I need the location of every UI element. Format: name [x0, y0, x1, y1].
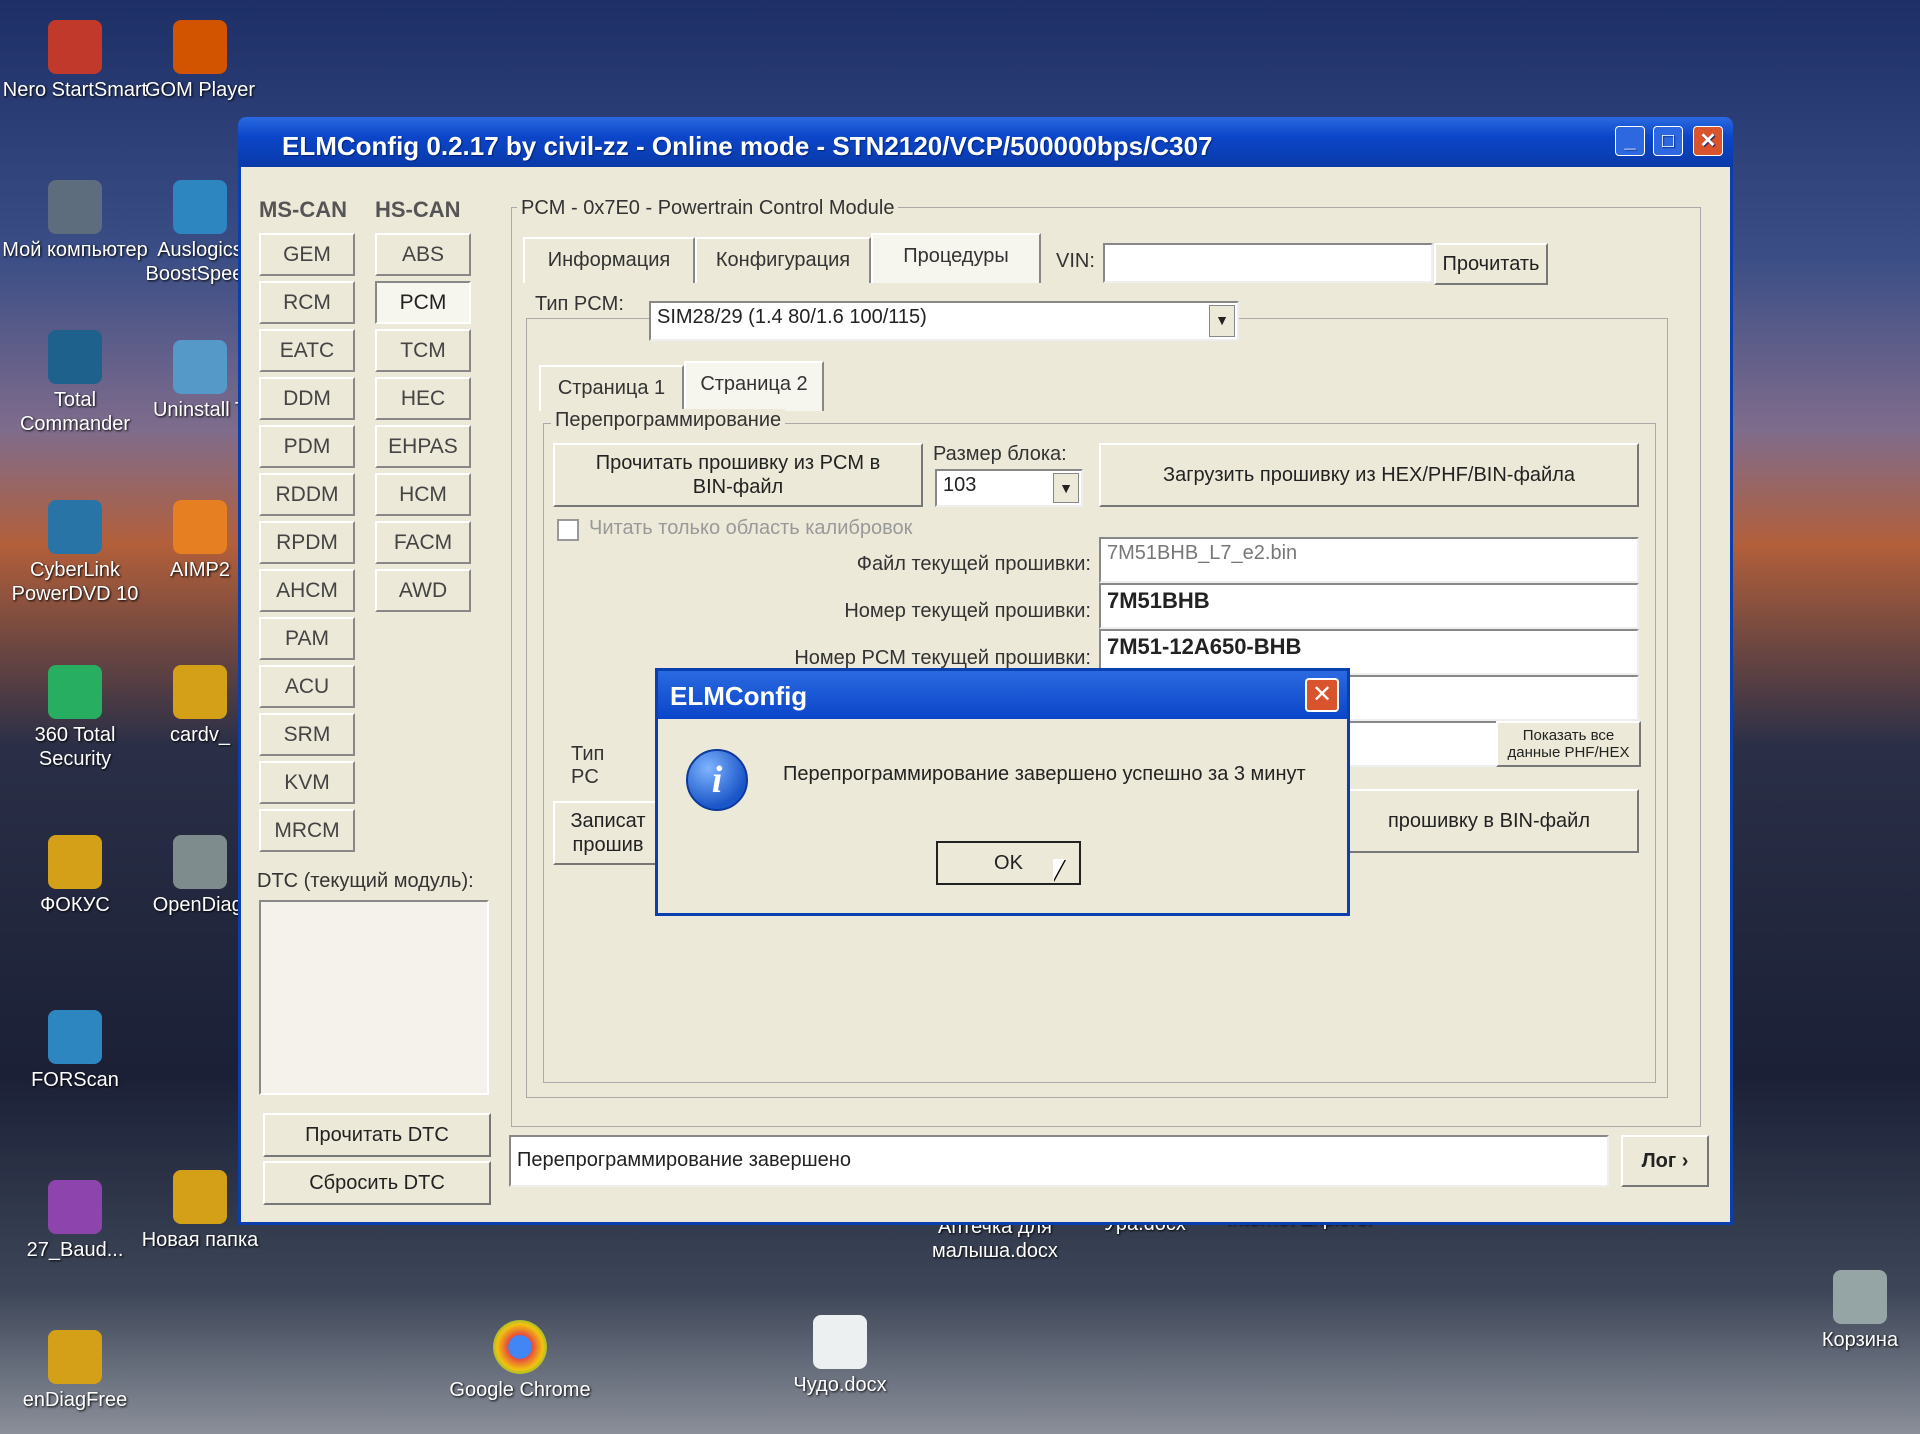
current-number-label: Номер текущей прошивки: [844, 600, 1091, 622]
powerdvd-icon [48, 500, 102, 554]
hs-can-module-pcm[interactable]: PCM [375, 281, 471, 324]
hs-can-module-hec[interactable]: HEC [375, 377, 471, 420]
folder-icon [48, 1330, 102, 1384]
dialog-message: Перепрограммирование завершено успешно з… [783, 763, 1306, 785]
ms-can-module-ddm[interactable]: DDM [259, 377, 355, 420]
write-firmware-button[interactable]: Записат прошив [553, 801, 663, 865]
hs-can-module-facm[interactable]: FACM [375, 521, 471, 564]
ms-can-module-gem[interactable]: GEM [259, 233, 355, 276]
desktop-icon-opendiagfree[interactable]: enDiagFree [0, 1330, 150, 1412]
block-size-select[interactable]: 103 ▼ [935, 469, 1083, 507]
subtabs: Страница 1 Страница 2 [539, 361, 829, 411]
clear-dtc-button[interactable]: Сбросить DTC [263, 1161, 491, 1205]
ms-can-module-rcm[interactable]: RCM [259, 281, 355, 324]
ms-can-module-pdm[interactable]: PDM [259, 425, 355, 468]
folder-icon [48, 835, 102, 889]
ms-can-module-rddm[interactable]: RDDM [259, 473, 355, 516]
hs-can-module-abs[interactable]: ABS [375, 233, 471, 276]
auslogics-icon [173, 180, 227, 234]
message-dialog: ELMConfig ✕ i Перепрограммирование завер… [655, 668, 1350, 916]
hs-can-module-hcm[interactable]: HCM [375, 473, 471, 516]
ms-can-module-mrcm[interactable]: MRCM [259, 809, 355, 852]
window-title: ELMConfig 0.2.17 by civil-zz - Online mo… [282, 131, 1213, 161]
read-dtc-button[interactable]: Прочитать DTC [263, 1113, 491, 1157]
desktop-icon-chrome[interactable]: Google Chrome [440, 1320, 600, 1402]
ms-can-module-rpdm[interactable]: RPDM [259, 521, 355, 564]
current-pcm-number-label: Номер PCM текущей прошивки: [794, 647, 1091, 669]
dialog-title: ELMConfig [670, 681, 808, 711]
chrome-icon [493, 1320, 547, 1374]
vin-input[interactable] [1103, 243, 1433, 283]
folder-icon [173, 665, 227, 719]
uninstall-icon [173, 340, 227, 394]
current-file-label: Файл текущей прошивки: [856, 553, 1091, 575]
hs-can-module-awd[interactable]: AWD [375, 569, 471, 612]
vin-label: VIN: [1056, 250, 1095, 272]
aimp-icon [173, 500, 227, 554]
show-all-data-button[interactable]: Показать все данные PHF/HEX [1496, 721, 1641, 767]
load-firmware-button[interactable]: Загрузить прошивку из HEX/PHF/BIN-файла [1099, 443, 1639, 507]
dialog-close-button[interactable]: ✕ [1305, 678, 1339, 712]
pcm-type-label: Тип PCM: [531, 293, 628, 316]
block-size-value: 103 [943, 474, 977, 496]
calib-only-checkbox[interactable] [557, 519, 579, 541]
log-button[interactable]: Лог › [1621, 1135, 1709, 1187]
dtc-list[interactable] [259, 900, 489, 1095]
dialog-titlebar[interactable]: ELMConfig [658, 671, 1347, 719]
close-button[interactable]: ✕ [1693, 126, 1723, 156]
tab-config[interactable]: Конфигурация [695, 237, 871, 283]
hs-can-header: HS-CAN [375, 197, 461, 222]
dropdown-arrow-icon[interactable]: ▼ [1209, 305, 1235, 337]
subtab-page-2[interactable]: Страница 2 [684, 361, 824, 411]
current-number-field: 7M51BHB [1099, 583, 1639, 629]
info-icon: i [686, 749, 748, 811]
hs-can-module-tcm[interactable]: TCM [375, 329, 471, 372]
read-firmware-button[interactable]: Прочитать прошивку из PCM в BIN-файл [553, 443, 923, 507]
dropdown-arrow-icon[interactable]: ▼ [1053, 473, 1079, 503]
save-bin-button[interactable]: прошивку в BIN-файл [1339, 789, 1639, 853]
ms-can-module-acu[interactable]: ACU [259, 665, 355, 708]
word-doc-icon [813, 1315, 867, 1369]
forscan-icon [48, 1010, 102, 1064]
desktop-icon-chudo[interactable]: Чудо.docx [765, 1315, 915, 1397]
window-titlebar[interactable]: ELMConfig 0.2.17 by civil-zz - Online mo… [238, 117, 1733, 167]
ms-can-module-srm[interactable]: SRM [259, 713, 355, 756]
calib-only-label: Читать только область калибровок [589, 517, 913, 539]
ms-can-module-kvm[interactable]: KVM [259, 761, 355, 804]
status-bar: Перепрограммирование завершено [509, 1135, 1609, 1187]
gom-icon [173, 20, 227, 74]
pcm-type-select[interactable]: SIM28/29 (1.4 80/1.6 100/115) ▼ [649, 301, 1239, 341]
folder-icon [173, 1170, 227, 1224]
security-icon [48, 665, 102, 719]
computer-icon [48, 180, 102, 234]
tab-info[interactable]: Информация [523, 237, 695, 283]
minimize-button[interactable]: _ [1615, 126, 1645, 156]
module-title: PCM - 0x7E0 - Powertrain Control Module [517, 197, 899, 220]
type-pc-label: Тип PC [571, 743, 605, 788]
ms-can-header: MS-CAN [259, 197, 347, 222]
current-file-field: 7M51BHB_L7_e2.bin [1099, 537, 1639, 583]
reprogram-legend: Перепрограммирование [551, 409, 786, 432]
mouse-cursor-icon [1053, 859, 1065, 881]
archive-icon [48, 1180, 102, 1234]
subtab-page-1[interactable]: Страница 1 [539, 365, 684, 411]
opendiag-icon [173, 835, 227, 889]
recycle-bin-icon [1833, 1270, 1887, 1324]
nero-icon [48, 20, 102, 74]
pcm-type-value: SIM28/29 (1.4 80/1.6 100/115) [657, 306, 927, 328]
total-commander-icon [48, 330, 102, 384]
read-vin-button[interactable]: Прочитать [1434, 243, 1548, 285]
maximize-button[interactable]: □ [1653, 126, 1683, 156]
desktop-icon-forscan[interactable]: FORScan [0, 1010, 150, 1092]
tab-procedures[interactable]: Процедуры [871, 233, 1041, 283]
ms-can-module-pam[interactable]: PAM [259, 617, 355, 660]
block-size-label: Размер блока: [933, 443, 1067, 465]
desktop-icon-gom[interactable]: GOM Player [125, 20, 275, 102]
desktop-icon-recycle-bin[interactable]: Корзина [1800, 1270, 1920, 1352]
ms-can-module-eatc[interactable]: EATC [259, 329, 355, 372]
ms-can-module-ahcm[interactable]: AHCM [259, 569, 355, 612]
dtc-label: DTC (текущий модуль): [257, 870, 474, 892]
main-tabs: Информация Конфигурация Процедуры [523, 233, 1043, 283]
hs-can-module-ehpas[interactable]: EHPAS [375, 425, 471, 468]
